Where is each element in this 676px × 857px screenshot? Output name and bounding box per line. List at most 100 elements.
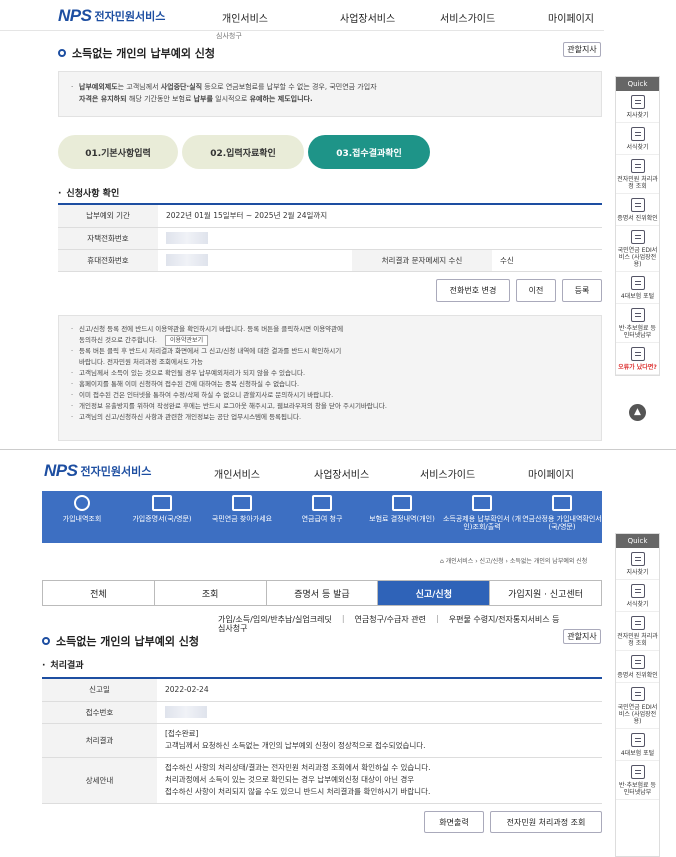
nav-business[interactable]: 사업장서비스	[340, 10, 440, 25]
divider	[0, 30, 604, 31]
step-2: 02.입력자료확인	[182, 135, 304, 169]
tab-all[interactable]: 전체	[43, 581, 155, 605]
scroll-top-icon[interactable]: ▲	[629, 404, 646, 421]
category-tabs: 전체 조회 증명서 등 발급 신고/신청 가입지원 · 신고센터	[42, 580, 602, 606]
period-value: 2022년 01월 15일부터 ~ 2025년 2월 24일까지	[158, 205, 602, 228]
report-date-value: 2022-02-24	[157, 679, 602, 702]
document-icon	[630, 584, 645, 598]
icon-join-cert[interactable]: 가입증명서(국/영문)	[122, 491, 202, 543]
icon-claim[interactable]: 연금급여 청구	[282, 491, 362, 543]
step-1: 01.기본사항입력	[58, 135, 178, 169]
nps-logo-bottom[interactable]: NPS 전자민원서비스	[44, 461, 151, 481]
quick-branch[interactable]: 지사찾기	[616, 91, 659, 123]
certificate-icon	[630, 655, 645, 669]
nav-mypage[interactable]: 마이페이지	[548, 10, 594, 25]
quick-pay[interactable]: 반·추보험료 등 인터넷납부	[616, 304, 659, 343]
result-status: [접수완료]	[165, 729, 199, 738]
step-indicator: 01.기본사항입력 02.입력자료확인 03.접수결과확인	[58, 135, 430, 169]
tab-report[interactable]: 신고/신청	[378, 581, 491, 605]
receipt-no-masked	[165, 706, 207, 718]
payment-icon	[630, 308, 645, 322]
nav-guide[interactable]: 서비스가이드	[440, 10, 548, 25]
quick-cert[interactable]: 증명서 진위확인	[616, 651, 659, 683]
quick-branch[interactable]: 지사찾기	[616, 548, 659, 580]
nav-mypage[interactable]: 마이페이지	[528, 466, 574, 481]
nav-business[interactable]: 사업장서비스	[314, 466, 420, 481]
icon-find-pension[interactable]: 국민연금 찾아가세요	[202, 491, 282, 543]
certificate-icon	[630, 198, 645, 212]
notice-line: 자격은 유지하되 해당 기간동안 보험료 납부를 일시적으로 유예하는 제도입니…	[79, 95, 313, 103]
bottom-nav: 개인서비스 사업장서비스 서비스가이드 마이페이지	[214, 466, 574, 481]
logo-mark: NPS	[44, 461, 78, 480]
submenu-pension[interactable]: 연금청구/수급자 관련	[355, 614, 426, 625]
icon-premium[interactable]: 보험료 결정내역(개인)	[362, 491, 442, 543]
submenu-appeal[interactable]: 심사청구	[218, 623, 247, 634]
pension-icon	[232, 495, 252, 511]
section-title: 신청사항 확인	[58, 186, 119, 199]
home-phone-label: 자택전화번호	[58, 227, 158, 250]
change-phone-button[interactable]: 전화번호 변경	[436, 279, 510, 302]
detail-line: 접수하신 사항의 처리상태/결과는 전자민원 처리과정 조회에서 확인하실 수 …	[165, 763, 431, 772]
breadcrumb-text: 개인서비스 › 신고/신청 › 소득없는 개인의 납부예외 신청	[445, 558, 588, 565]
quick-forms[interactable]: 서식찾기	[616, 580, 659, 612]
guide-item: 고객님의 신고/신청하신 사항과 관련한 개인정보는 공단 업무시스템에 등록됩…	[71, 412, 591, 423]
search-doc-icon	[630, 159, 645, 173]
submit-button[interactable]: 등록	[562, 279, 602, 302]
top-nav: 개인서비스 사업장서비스 서비스가이드 마이페이지	[222, 10, 594, 25]
quick-head: Quick	[616, 534, 659, 548]
nav-personal[interactable]: 개인서비스	[214, 466, 314, 481]
quick-edi[interactable]: 국민연금 EDI서비스 (사업장전용)	[616, 226, 659, 272]
tab-inquiry[interactable]: 조회	[154, 581, 267, 605]
quick-cert[interactable]: 증명서 진위확인	[616, 194, 659, 226]
nav-personal[interactable]: 개인서비스	[222, 10, 340, 25]
track-process-button[interactable]: 전자민원 처리과정 조회	[490, 811, 602, 833]
quick-error[interactable]: 오류가 났다면?	[616, 343, 659, 375]
nps-logo[interactable]: NPS 전자민원서비스	[58, 6, 165, 26]
screen-separator	[0, 449, 676, 450]
report-date-label: 신고일	[42, 679, 157, 702]
guide-item: 바랍니다. 전자민원 처리과정 조회에서도 가능	[79, 358, 203, 366]
title-ring-icon	[58, 49, 66, 57]
nav-guide[interactable]: 서비스가이드	[420, 466, 528, 481]
sms-label: 처리결과 문자메세지 수신	[352, 249, 492, 272]
title-ring-icon	[42, 637, 50, 645]
help-icon	[630, 347, 645, 361]
detail-line: 처리과정에서 소득이 있는 것으로 확인되는 경우 납부예외신청 대상이 아닌 …	[165, 775, 415, 784]
quick-edi[interactable]: 국민연금 EDI서비스 (사업장전용)	[616, 683, 659, 729]
tab-certificate[interactable]: 증명서 등 발급	[266, 581, 379, 605]
related-branch-button[interactable]: 관할지사	[563, 42, 601, 57]
quick-pay[interactable]: 반·추보험료 등 인터넷납부	[616, 761, 659, 800]
quick-head: Quick	[616, 77, 659, 91]
quick-process[interactable]: 전자민원 처리과정 조회	[616, 612, 659, 651]
related-branch-button[interactable]: 관할지사	[563, 629, 601, 644]
print-button[interactable]: 화면출력	[424, 811, 484, 833]
quick-4ins[interactable]: 4대보험 포털	[616, 272, 659, 304]
quick-forms[interactable]: 서식찾기	[616, 123, 659, 155]
step-3-active: 03.접수결과확인	[308, 135, 430, 169]
map-icon	[630, 95, 645, 109]
icon-tax-receipt[interactable]: 소득공제용 납부확인서 (개인)조회/출력	[442, 491, 522, 543]
icon-calc-history[interactable]: 연금산정용 가입내역확인서(국/영문)	[522, 491, 602, 543]
home-phone-masked	[166, 232, 208, 244]
guide-item: 개인정보 유출방지를 위하여 작성완료 후에는 반드시 로그아웃 해주시고, 웹…	[71, 401, 591, 412]
quick-4ins[interactable]: 4대보험 포털	[616, 729, 659, 761]
portal-icon	[630, 276, 645, 290]
guide-item: 동의하신 것으로 간주합니다. 이용약관보기	[71, 335, 591, 346]
detail-line: 접수하신 사항이 처리되지 않을 수도 있으니 반드시 처리결과를 확인하시기 …	[165, 787, 431, 796]
result-label: 처리결과	[42, 723, 157, 758]
submenu-mail[interactable]: 우편물 수령지/전자통지서비스 등	[449, 614, 560, 625]
breadcrumb: ⌂ 개인서비스 › 신고/신청 › 소득없는 개인의 납부예외 신청	[440, 556, 587, 565]
guide-item: 신고/신청 등록 전에 반드시 이용약관을 확인하시기 바랍니다. 등록 버튼을…	[71, 324, 591, 335]
map-icon	[630, 552, 645, 566]
cut-submenu[interactable]: 심사청구	[216, 31, 242, 41]
quick-process[interactable]: 전자민원 처리과정 조회	[616, 155, 659, 194]
service-icon-bar: 가입내역조회 가입증명서(국/영문) 국민연금 찾아가세요 연금급여 청구 보험…	[42, 491, 602, 543]
tab-support[interactable]: 가입지원 · 신고센터	[490, 581, 601, 605]
search-icon	[74, 495, 90, 511]
icon-join-history[interactable]: 가입내역조회	[42, 491, 122, 543]
pencil-doc-icon	[312, 495, 332, 511]
request-table: 납부예외 기간 2022년 01월 15일부터 ~ 2025년 2월 24일까지…	[58, 203, 602, 272]
prev-button[interactable]: 이전	[516, 279, 556, 302]
terms-button[interactable]: 이용약관보기	[164, 335, 209, 346]
result-table: 신고일 2022-02-24 접수번호 처리결과 [접수완료] 고객님께서 요청…	[42, 677, 602, 804]
